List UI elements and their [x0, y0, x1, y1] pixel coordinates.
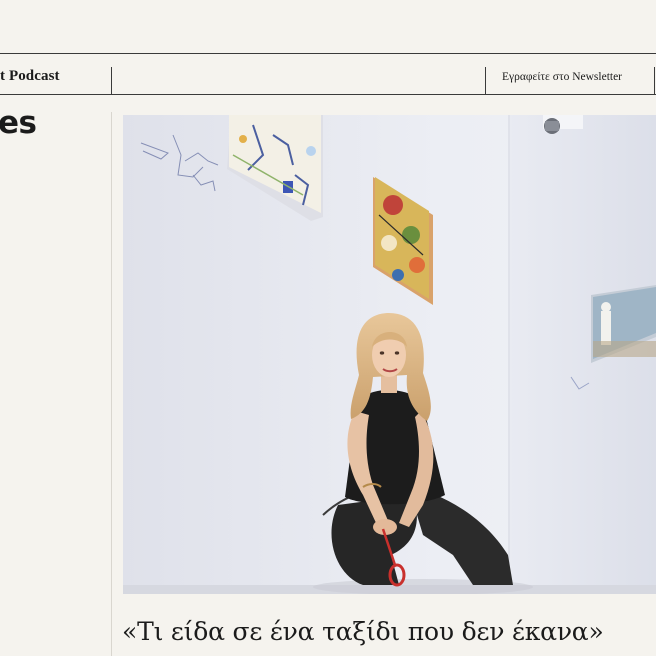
header-top-rule — [0, 53, 656, 54]
section-title: es — [0, 105, 37, 141]
nav-link-podcast[interactable]: t Podcast — [0, 68, 60, 85]
article-photo[interactable] — [123, 115, 656, 594]
nav-divider — [485, 67, 486, 94]
nav-divider — [654, 67, 655, 94]
nav-divider — [111, 67, 112, 94]
painting-3 — [591, 285, 656, 363]
page: t Podcast Εγραφείτε στο Newsletter es «Τ… — [0, 0, 656, 656]
newsletter-signup-link[interactable]: Εγραφείτε στο Newsletter — [502, 71, 622, 83]
nav-bar: t Podcast Εγραφείτε στο Newsletter — [0, 62, 656, 95]
column-divider — [111, 112, 112, 656]
article-headline[interactable]: «Τι είδα σε ένα ταξίδι που δεν έκανα» — [122, 618, 604, 646]
